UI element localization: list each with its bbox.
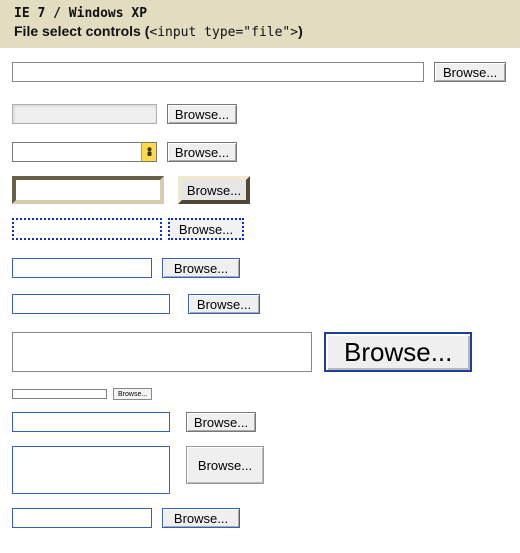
- page-title-line1: IE 7 / Windows XP: [14, 6, 508, 21]
- file-control-offset: Browse...: [12, 294, 508, 314]
- browse-button[interactable]: Browse...: [162, 508, 240, 528]
- title-code: <input type="file">: [149, 25, 298, 40]
- browse-button: Browse...: [167, 104, 237, 124]
- file-path-input[interactable]: [12, 332, 312, 372]
- file-path-input[interactable]: [12, 294, 170, 314]
- browse-button[interactable]: Browse...: [188, 294, 260, 314]
- file-control-dotted: Browse...: [12, 218, 508, 240]
- file-path-input[interactable]: [12, 62, 424, 82]
- file-control-tall: Browse...: [12, 446, 508, 494]
- title-text-pre: File select controls (: [14, 23, 149, 39]
- file-path-input[interactable]: [12, 389, 107, 399]
- browse-button[interactable]: Browse...: [168, 218, 244, 240]
- file-control-large: Browse...: [12, 332, 508, 372]
- content-area: Browse... Browse... Browse... Browse... …: [0, 48, 520, 548]
- file-control-normal-2: Browse...: [12, 508, 508, 528]
- page-title-line2: File select controls (<input type="file"…: [14, 23, 508, 40]
- file-control-normal: Browse...: [12, 412, 508, 432]
- browse-button[interactable]: Browse...: [178, 176, 250, 204]
- file-control-warning: Browse...: [12, 142, 508, 162]
- file-path-input[interactable]: [12, 412, 170, 432]
- file-path-input: [12, 104, 157, 124]
- browse-button[interactable]: Browse...: [186, 412, 256, 432]
- browse-button[interactable]: Browse...: [186, 446, 264, 484]
- warning-icon: [141, 143, 156, 161]
- file-control-beveled: Browse...: [12, 176, 508, 204]
- browse-button[interactable]: Browse...: [324, 332, 472, 372]
- file-path-input[interactable]: [12, 142, 157, 162]
- file-control-small: Browse...: [12, 258, 508, 278]
- browse-button[interactable]: Browse...: [113, 388, 152, 400]
- browse-button[interactable]: Browse...: [162, 258, 240, 278]
- file-path-input[interactable]: [12, 218, 162, 240]
- header-panel: IE 7 / Windows XP File select controls (…: [0, 0, 520, 48]
- file-control-default: Browse...: [12, 62, 508, 82]
- file-control-tiny: Browse...: [12, 388, 508, 400]
- browse-button[interactable]: Browse...: [167, 142, 237, 162]
- title-text-post: ): [298, 23, 303, 39]
- file-path-input[interactable]: [12, 508, 152, 528]
- file-control-disabled: Browse...: [12, 104, 508, 124]
- file-path-input[interactable]: [12, 176, 164, 204]
- file-path-input[interactable]: [12, 258, 152, 278]
- file-path-input[interactable]: [12, 446, 170, 494]
- browse-button[interactable]: Browse...: [434, 62, 506, 82]
